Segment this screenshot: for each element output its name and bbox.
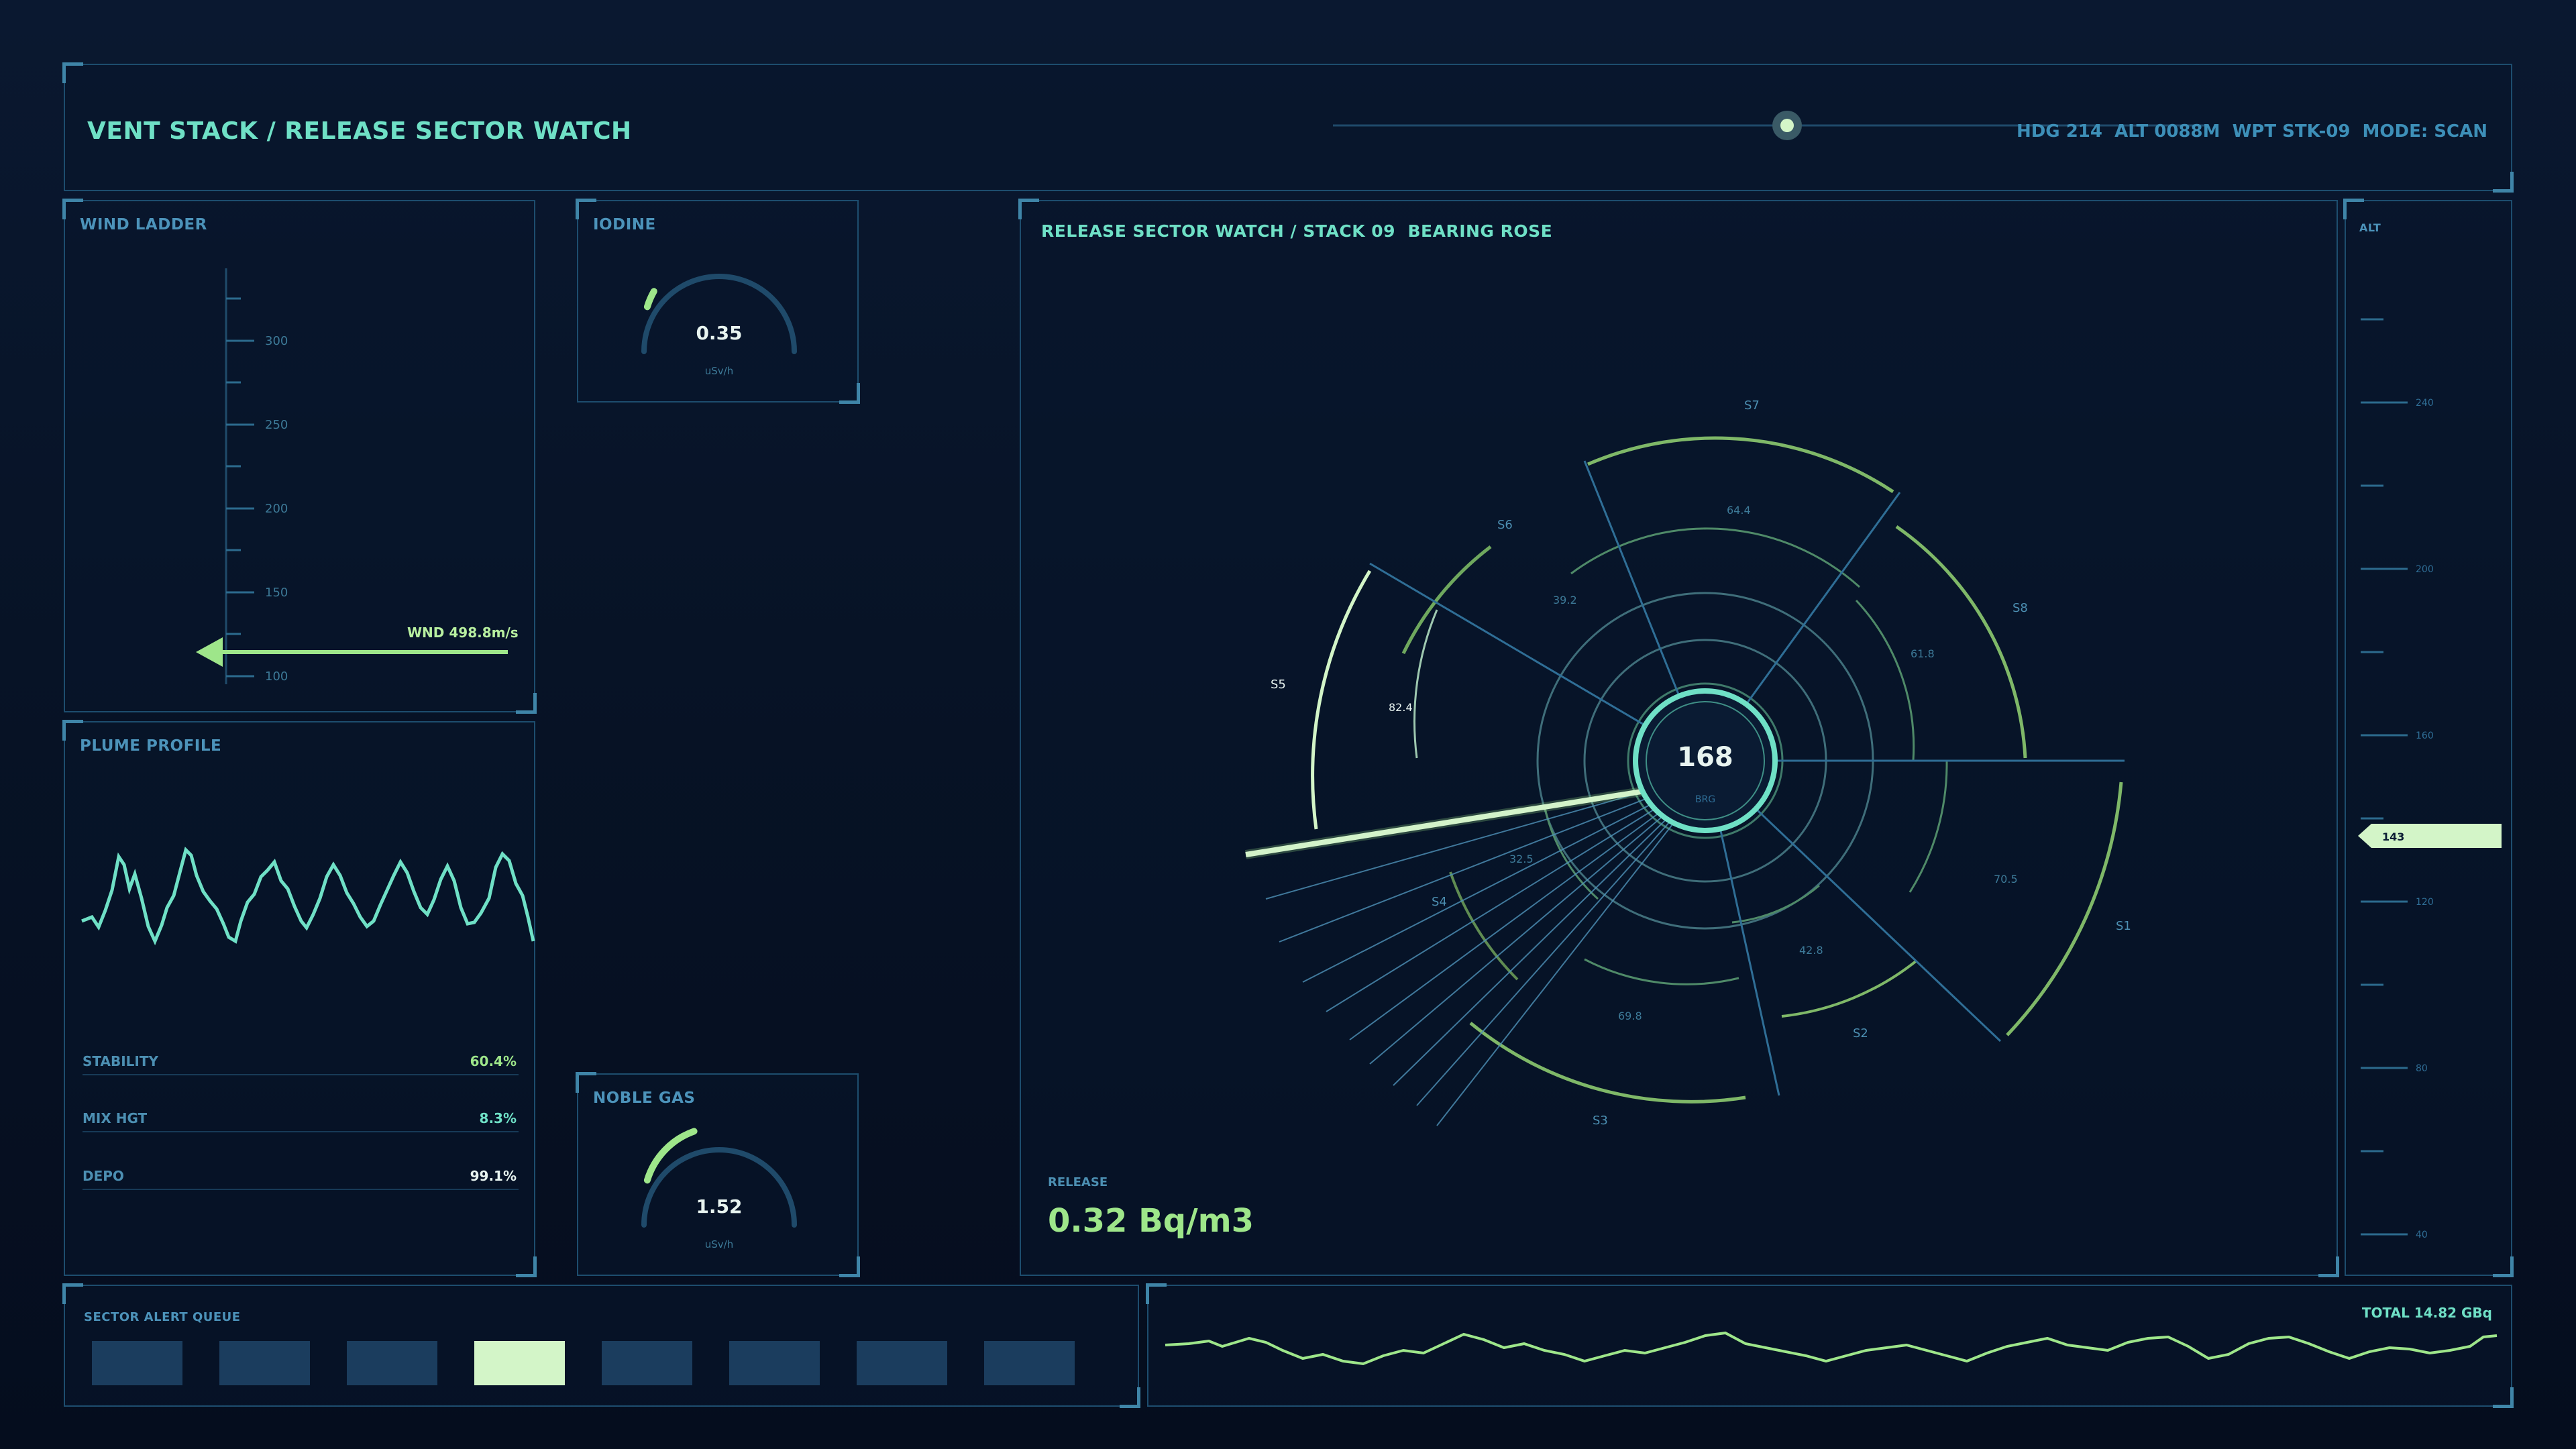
sector-value-s7: 64.4	[1727, 504, 1751, 517]
alt-marker-value: 143	[2382, 830, 2404, 843]
plume-separator	[83, 1189, 519, 1190]
plume-row-stability-label: STABILITY	[83, 1053, 158, 1069]
plume-profile-panel: PLUME PROFILE STABILITY 60.4% MIX HGT 8.…	[62, 720, 537, 1277]
alert-queue-panel: SECTOR ALERT QUEUE	[62, 1283, 1140, 1408]
total-timeline-panel: TOTAL 14.82 GBq	[1146, 1283, 2514, 1408]
plume-row-mixhgt-value: 8.3%	[479, 1110, 517, 1126]
noble-gas-value: 1.52	[696, 1195, 742, 1218]
plume-row-depo-label: DEPO	[83, 1168, 124, 1184]
release-label: RELEASE	[1048, 1175, 1108, 1189]
plume-separator	[83, 1131, 519, 1132]
plume-row-depo-value: 99.1%	[470, 1168, 517, 1184]
release-value: 0.32 Bq/m3	[1048, 1202, 1254, 1240]
sector-arc-s1	[2006, 782, 2123, 1036]
center-bearing-label: BRG	[1695, 794, 1715, 805]
sector-value-s2: 42.8	[1799, 944, 1823, 957]
plume-waveform	[81, 847, 535, 946]
iodine-panel: IODINE 0.35 uSv/h	[576, 199, 860, 404]
iodine-gauge: 0.35 uSv/h	[641, 274, 797, 377]
wind-tick-200: 200	[265, 502, 288, 516]
sector-arc-s5-inner	[1413, 609, 1438, 759]
noble-gas-unit: uSv/h	[705, 1238, 733, 1250]
wind-pointer-arrow	[196, 637, 223, 667]
sector-label-s5: S5	[1271, 678, 1286, 692]
sector-arc-s3	[1469, 1022, 1746, 1104]
iodine-value: 0.35	[696, 322, 742, 344]
sector-arc-s4	[1449, 871, 1519, 981]
sector-label-s7: S7	[1744, 398, 1760, 413]
sector-label-s8: S8	[2012, 601, 2028, 615]
sector-value-s1: 70.5	[1994, 873, 2018, 885]
wind-ladder-scale: 300 250 200 150 100 WND 498.8m/s	[196, 268, 519, 684]
wind-readout: WND 498.8m/s	[407, 625, 519, 641]
iodine-gauge-fill	[643, 288, 657, 311]
alert-queue-slot[interactable]	[347, 1341, 437, 1385]
sector-arc-s7	[1587, 436, 1894, 494]
plume-row-stability-value: 60.4%	[470, 1053, 517, 1069]
sector-value-s8: 61.8	[1911, 647, 1935, 660]
plume-row-mixhgt-label: MIX HGT	[83, 1110, 148, 1126]
wind-tick-300: 300	[265, 334, 288, 348]
header-status: HDG 214 ALT 0088M WPT STK-09 MODE: SCAN	[2016, 121, 2487, 142]
alert-queue-slot[interactable]	[219, 1341, 310, 1385]
wind-ladder-panel: WIND LADDER 300 250 200 150 100 WND 498.…	[62, 199, 537, 714]
sector-value-s4: 32.5	[1509, 853, 1534, 865]
alt-tick-160: 160	[2416, 731, 2434, 741]
page-title: VENT STACK / RELEASE SECTOR WATCH	[87, 117, 632, 145]
alert-queue-slot[interactable]	[857, 1341, 947, 1385]
sector-arc-s8	[1895, 525, 2027, 759]
bearing-rose: 168 BRG S1 S2 S3 S4 S5 S6 S7 S8 70.5 42.…	[1244, 398, 2131, 1128]
sector-arc-s2	[1781, 959, 1918, 1018]
alt-tick-200: 200	[2416, 564, 2434, 575]
alt-tick-120: 120	[2416, 897, 2434, 908]
alt-marker	[2358, 824, 2502, 848]
alt-tick-240: 240	[2416, 398, 2434, 409]
alert-queue-slot[interactable]	[984, 1341, 1075, 1385]
alert-queue-slot[interactable]	[729, 1341, 820, 1385]
wind-tick-250: 250	[265, 418, 288, 432]
sector-value-s3: 69.8	[1618, 1010, 1642, 1022]
alert-queue-slot-active[interactable]	[474, 1341, 565, 1385]
alt-tick-80: 80	[2416, 1063, 2428, 1074]
wind-tick-150: 150	[265, 586, 288, 600]
wind-tick-100: 100	[265, 669, 288, 684]
sector-value-s5: 82.4	[1389, 701, 1413, 714]
alt-tape-panel: ALT 240 200 160 120 80 40 143	[2343, 199, 2514, 1277]
alert-queue-title: SECTOR ALERT QUEUE	[84, 1310, 241, 1324]
sector-label-s4: S4	[1432, 895, 1447, 909]
sector-label-s1: S1	[2116, 919, 2131, 933]
total-waveform	[1165, 1331, 2498, 1366]
sector-arc-s6	[1401, 545, 1492, 655]
sector-label-s2: S2	[1853, 1026, 1868, 1040]
sector-arc-s5	[1311, 570, 1372, 830]
sector-value-s6: 39.2	[1553, 594, 1577, 606]
alert-queue-slot[interactable]	[92, 1341, 182, 1385]
sector-label-s3: S3	[1593, 1114, 1608, 1128]
noble-gas-panel: NOBLE GAS 1.52 uSv/h	[576, 1072, 860, 1277]
alt-tick-40: 40	[2416, 1230, 2428, 1240]
plume-separator	[83, 1074, 519, 1075]
iodine-unit: uSv/h	[705, 365, 733, 377]
alt-tape-scale: 240 200 160 120 80 40 143	[2358, 318, 2502, 1240]
sector-label-s6: S6	[1497, 518, 1513, 532]
center-bearing-value: 168	[1677, 742, 1733, 773]
bearing-rose-panel: RELEASE SECTOR WATCH / STACK 09 BEARING …	[1018, 199, 2339, 1277]
noble-gas-gauge: 1.52 uSv/h	[641, 1128, 797, 1250]
header-bar: VENT STACK / RELEASE SECTOR WATCH HDG 21…	[62, 62, 2514, 193]
alert-queue-slot[interactable]	[602, 1341, 692, 1385]
